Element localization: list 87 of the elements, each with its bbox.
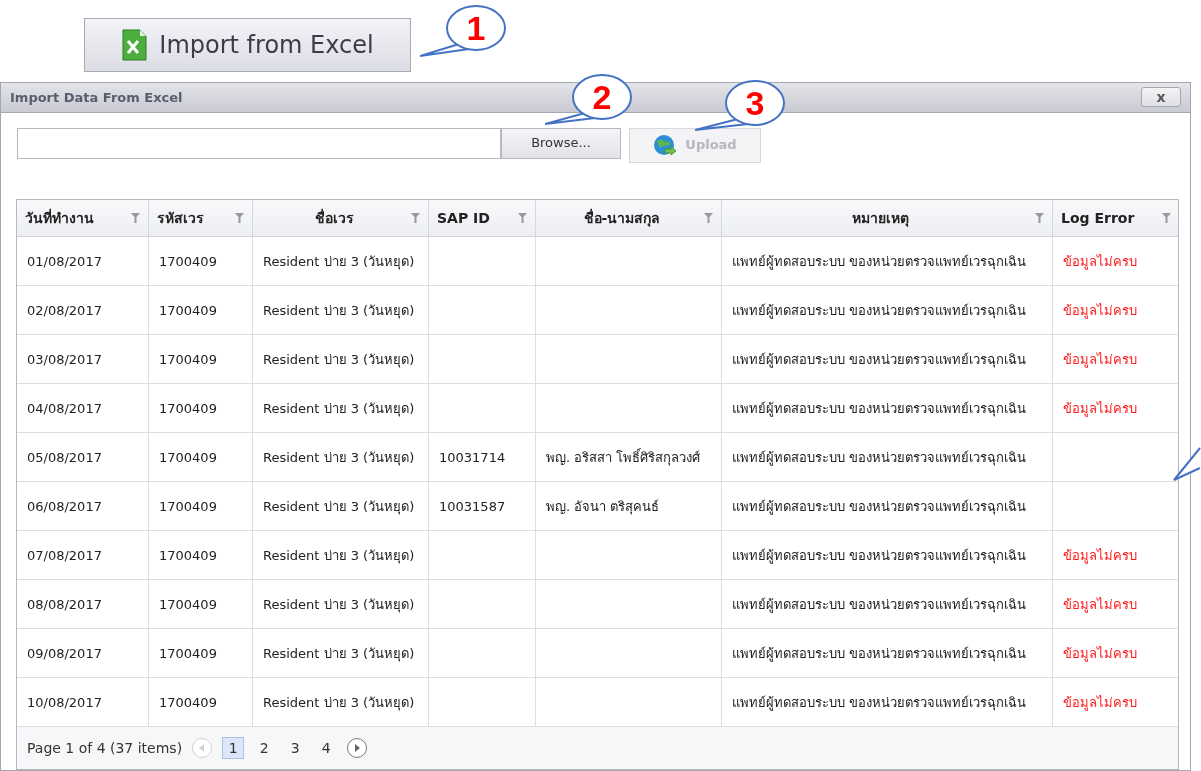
column-header[interactable]: Log Error — [1053, 200, 1179, 236]
column-header[interactable]: หมายเหตุ — [722, 200, 1053, 236]
table-cell: แพทย์ผู้ทดสอบระบบ ของหน่วยตรวจแพทย์เวรฉุกเฉิน — [732, 644, 1027, 662]
table-cell: 1700409 — [159, 546, 217, 564]
table-cell: แพทย์ผู้ทดสอบระบบ ของหน่วยตรวจแพทย์เวรฉุกเฉิน — [732, 497, 1027, 515]
table-cell: 1700409 — [159, 595, 217, 613]
error-text: ข้อมูลไม่ครบ — [1063, 693, 1137, 711]
table-cell: 1700409 — [159, 497, 217, 515]
table-row[interactable]: 04/08/2017 1700409 Resident บ่าย 3 (วันหยุด) แพทย์ผู้ทดสอบระบบ ของหน่วยตรวจแพทย์เวรฉุกเฉิน ข้อมูลไม่ครบ — [17, 384, 1178, 433]
spreadsheet-icon — [121, 29, 148, 61]
page-link[interactable]: 1 — [222, 737, 245, 759]
browse-button[interactable]: Browse... — [501, 127, 621, 159]
table-row[interactable]: 07/08/2017 1700409 Resident บ่าย 3 (วันหยุด) แพทย์ผู้ทดสอบระบบ ของหน่วยตรวจแพทย์เวรฉุกเฉิน ข้อมูลไม่ครบ — [17, 531, 1178, 580]
next-page-icon[interactable] — [346, 737, 369, 759]
table-cell: Resident บ่าย 3 (วันหยุด) — [263, 448, 415, 466]
table-cell: พญ. อริสสา โพธิ์ศิริสกุลวงศ์ — [546, 448, 701, 466]
table-cell: แพทย์ผู้ทดสอบระบบ ของหน่วยตรวจแพทย์เวรฉุกเฉิน — [732, 399, 1027, 417]
table-cell: 1700409 — [159, 448, 217, 466]
table-cell: พญ. อัจนา ตริสุคนธ์ — [546, 497, 660, 515]
table-cell: Resident บ่าย 3 (วันหยุด) — [263, 350, 415, 368]
table-row[interactable]: 08/08/2017 1700409 Resident บ่าย 3 (วันหยุด) แพทย์ผู้ทดสอบระบบ ของหน่วยตรวจแพทย์เวรฉุกเฉิน ข้อมูลไม่ครบ — [17, 580, 1178, 629]
table-cell: Resident บ่าย 3 (วันหยุด) — [263, 546, 415, 564]
error-text: ข้อมูลไม่ครบ — [1063, 595, 1137, 613]
table-cell: Resident บ่าย 3 (วันหยุด) — [263, 301, 415, 319]
file-path-field[interactable] — [17, 127, 501, 159]
table-cell: 10031714 — [439, 448, 506, 466]
column-header[interactable]: รหัสเวร — [149, 200, 253, 236]
filter-icon[interactable] — [1035, 213, 1044, 223]
table-cell: แพทย์ผู้ทดสอบระบบ ของหน่วยตรวจแพทย์เวรฉุกเฉิน — [732, 350, 1027, 368]
column-header[interactable]: ชื่อเวร — [253, 200, 429, 236]
import-button[interactable]: Import from Excel — [84, 18, 411, 72]
error-text: ข้อมูลไม่ครบ — [1063, 252, 1137, 270]
error-text: ข้อมูลไม่ครบ — [1063, 301, 1137, 319]
dialog-title: Import Data From Excel — [10, 88, 183, 107]
table-row[interactable]: 10/08/2017 1700409 Resident บ่าย 3 (วันหยุด) แพทย์ผู้ทดสอบระบบ ของหน่วยตรวจแพทย์เวรฉุกเฉิน ข้อมูลไม่ครบ — [17, 678, 1178, 727]
table-cell: 03/08/2017 — [27, 350, 102, 368]
table-row[interactable]: 01/08/2017 1700409 Resident บ่าย 3 (วันหยุด) แพทย์ผู้ทดสอบระบบ ของหน่วยตรวจแพทย์เวรฉุกเฉิน ข้อมูลไม่ครบ — [17, 237, 1178, 286]
filter-icon[interactable] — [131, 213, 140, 223]
table-cell: แพทย์ผู้ทดสอบระบบ ของหน่วยตรวจแพทย์เวรฉุกเฉิน — [732, 252, 1027, 270]
table-cell: 07/08/2017 — [27, 546, 102, 564]
error-text: ข้อมูลไม่ครบ — [1063, 644, 1137, 662]
table-cell: 05/08/2017 — [27, 448, 102, 466]
table-cell: 09/08/2017 — [27, 644, 102, 662]
table-cell: 1700409 — [159, 644, 217, 662]
filter-icon[interactable] — [518, 213, 527, 223]
page-link[interactable]: 2 — [253, 737, 276, 759]
error-text: ข้อมูลไม่ครบ — [1063, 350, 1137, 368]
table-cell: Resident บ่าย 3 (วันหยุด) — [263, 399, 415, 417]
table-cell: 1700409 — [159, 301, 217, 319]
table-cell: 04/08/2017 — [27, 399, 102, 417]
table-cell: 1700409 — [159, 252, 217, 270]
column-header[interactable]: วันที่ทำงาน — [17, 200, 149, 236]
table-row[interactable]: 02/08/2017 1700409 Resident บ่าย 3 (วันหยุด) แพทย์ผู้ทดสอบระบบ ของหน่วยตรวจแพทย์เวรฉุกเฉิน ข้อมูลไม่ครบ — [17, 286, 1178, 335]
table-row[interactable]: 06/08/2017 1700409 Resident บ่าย 3 (วันหยุด) 10031587 พญ. อัจนา ตริสุคนธ์ แพทย์ผู้ทดสอบระบบ ของหน่วยตรวจแพทย์เวรฉุกเฉิน — [17, 482, 1178, 531]
table-cell: 10031587 — [439, 497, 506, 515]
table-cell: Resident บ่าย 3 (วันหยุด) — [263, 252, 415, 270]
column-header[interactable]: SAP ID — [429, 200, 536, 236]
table-cell: 02/08/2017 — [27, 301, 102, 319]
page-summary: Page 1 of 4 (37 items) — [27, 738, 183, 758]
table-cell: Resident บ่าย 3 (วันหยุด) — [263, 693, 415, 711]
table-cell: Resident บ่าย 3 (วันหยุด) — [263, 497, 415, 515]
table-cell: 01/08/2017 — [27, 252, 102, 270]
close-button[interactable]: x — [1141, 87, 1181, 108]
table-cell: 1700409 — [159, 399, 217, 417]
table-cell: 10/08/2017 — [27, 693, 102, 711]
table-cell: Resident บ่าย 3 (วันหยุด) — [263, 644, 415, 662]
filter-icon[interactable] — [411, 213, 420, 223]
table-cell: แพทย์ผู้ทดสอบระบบ ของหน่วยตรวจแพทย์เวรฉุกเฉิน — [732, 546, 1027, 564]
error-text: ข้อมูลไม่ครบ — [1063, 546, 1137, 564]
table-cell: แพทย์ผู้ทดสอบระบบ ของหน่วยตรวจแพทย์เวรฉุกเฉิน — [732, 301, 1027, 319]
table-cell: แพทย์ผู้ทดสอบระบบ ของหน่วยตรวจแพทย์เวรฉุกเฉิน — [732, 693, 1027, 711]
table-cell: Resident บ่าย 3 (วันหยุด) — [263, 595, 415, 613]
table-cell: แพทย์ผู้ทดสอบระบบ ของหน่วยตรวจแพทย์เวรฉุกเฉิน — [732, 448, 1027, 466]
table-row[interactable]: 03/08/2017 1700409 Resident บ่าย 3 (วันหยุด) แพทย์ผู้ทดสอบระบบ ของหน่วยตรวจแพทย์เวรฉุกเฉิน ข้อมูลไม่ครบ — [17, 335, 1178, 384]
filter-icon[interactable] — [235, 213, 244, 223]
column-header[interactable]: ชื่อ-นามสกุล — [536, 200, 722, 236]
page-link[interactable]: 3 — [284, 737, 307, 759]
table-cell: 08/08/2017 — [27, 595, 102, 613]
table-cell: 1700409 — [159, 350, 217, 368]
filter-icon[interactable] — [704, 213, 713, 223]
page-link[interactable]: 4 — [315, 737, 338, 759]
error-text: ข้อมูลไม่ครบ — [1063, 399, 1137, 417]
filter-icon[interactable] — [1162, 213, 1171, 223]
table-cell: 1700409 — [159, 693, 217, 711]
table-row[interactable]: 09/08/2017 1700409 Resident บ่าย 3 (วันหยุด) แพทย์ผู้ทดสอบระบบ ของหน่วยตรวจแพทย์เวรฉุกเฉิน ข้อมูลไม่ครบ — [17, 629, 1178, 678]
table-cell: แพทย์ผู้ทดสอบระบบ ของหน่วยตรวจแพทย์เวรฉุกเฉิน — [732, 595, 1027, 613]
table-cell: 06/08/2017 — [27, 497, 102, 515]
